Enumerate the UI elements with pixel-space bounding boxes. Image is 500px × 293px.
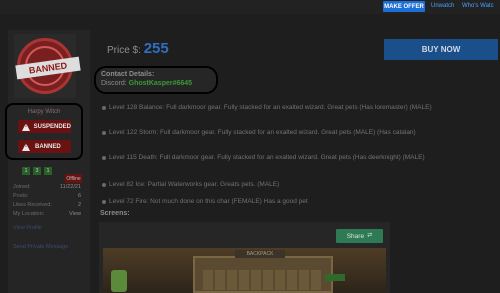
avatar[interactable]: BANNED: [14, 34, 81, 98]
send-message-link[interactable]: Send Private Message: [13, 244, 68, 250]
stat-row: Posts: 6: [13, 193, 81, 199]
location-view-link[interactable]: View: [69, 211, 81, 220]
seller-status-box: Harpy Witch SUSPENDED BANNED: [5, 103, 83, 160]
description-item: Level 128 Balance: Full darkmoor gear. F…: [109, 104, 432, 111]
warning-icon: [22, 122, 30, 131]
trophy-badge[interactable]: 3: [33, 167, 41, 175]
share-icon: ⮂: [367, 232, 373, 239]
game-screenshot[interactable]: BACKPACK: [103, 248, 386, 293]
banned-stamp-icon: BANNED: [15, 38, 81, 94]
price-label: Price $:: [107, 45, 141, 56]
bullet-icon: [102, 106, 106, 110]
price-value: 255: [143, 40, 169, 57]
contact-title: Contact Details:: [101, 71, 155, 78]
price: Price $: 255: [107, 40, 169, 57]
description-item: Level 82 Ice: Partial Waterworks gear. G…: [109, 181, 280, 188]
bullet-icon: [102, 200, 106, 204]
warning-icon: [22, 142, 31, 151]
discord-handle[interactable]: GhostKasper#6645: [129, 80, 192, 87]
unwatch-link[interactable]: Unwatch: [431, 3, 454, 9]
status-badge: Offline: [65, 174, 82, 183]
description-item: Level 72 Fire: Not much done on this cha…: [109, 198, 308, 205]
screenshot-caption: BACKPACK: [235, 250, 285, 258]
bullet-icon: [102, 183, 106, 187]
banned-tag: BANNED: [18, 140, 71, 153]
stat-row: Likes Received: 2: [13, 202, 81, 208]
description-item: Level 122 Storm: Full darkmoor gear. Ful…: [109, 129, 416, 136]
bullet-icon: [102, 131, 106, 135]
trophy-badge[interactable]: 1: [44, 167, 52, 175]
top-bar: MAKE OFFER Unwatch Who's Watc: [0, 0, 500, 14]
stat-row: My Location: View: [13, 211, 81, 220]
seller-stats: Joined: 11/22/21 Posts: 6 Likes Received: 2…: [13, 184, 81, 220]
seller-username[interactable]: Harpy Witch: [7, 109, 81, 115]
whos-watching-link[interactable]: Who's Watc: [462, 3, 494, 9]
share-button[interactable]: Share ⮂: [336, 229, 383, 243]
trophy-badge[interactable]: 1: [22, 167, 30, 175]
bullet-icon: [102, 156, 106, 160]
suspended-tag: SUSPENDED: [18, 120, 71, 133]
stat-row: Joined: 11/22/21: [13, 184, 81, 190]
description-item: Level 115 Death: Full darkmoor gear. Ful…: [109, 154, 425, 161]
contact-details: Contact Details: Discord: GhostKasper#66…: [94, 66, 218, 94]
contact-discord: Discord: GhostKasper#6645: [101, 80, 193, 87]
screens-label: Screens:: [100, 210, 130, 217]
make-offer-button[interactable]: MAKE OFFER: [383, 1, 425, 12]
buy-now-button[interactable]: BUY NOW: [384, 39, 498, 60]
view-profile-link[interactable]: View Profile: [13, 225, 42, 231]
